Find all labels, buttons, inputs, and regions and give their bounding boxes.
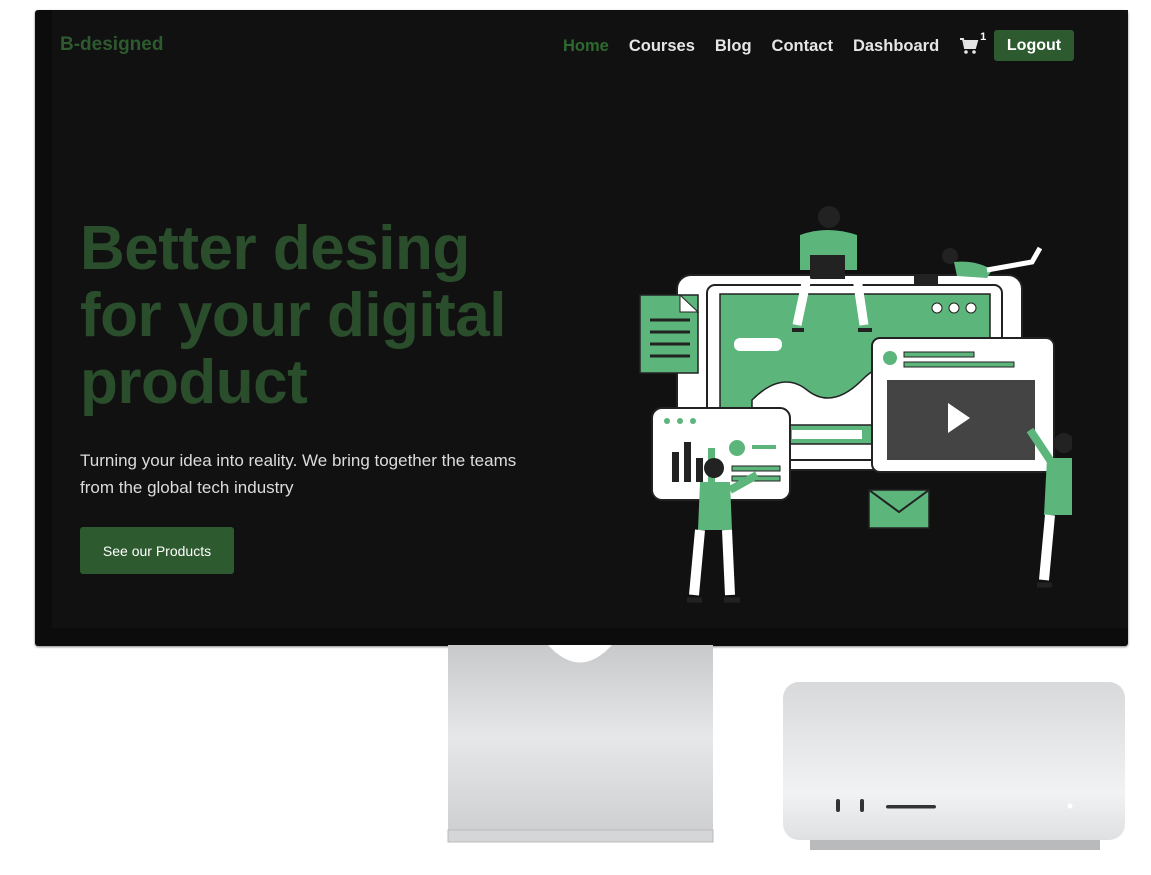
nav-links: Home Courses Blog Contact Dashboard 1	[563, 31, 1000, 57]
brand-logo[interactable]: B-designed	[60, 34, 163, 56]
cart-button[interactable]: 1	[959, 31, 987, 57]
hero-title-line-2: for your digital	[80, 281, 507, 350]
hero-illustration	[639, 206, 1072, 603]
hero-title-line-3: product	[80, 348, 308, 417]
nav-link-home[interactable]: Home	[563, 37, 609, 56]
logout-button[interactable]: Logout	[994, 30, 1074, 61]
hero-title: Better desing for your digital product	[80, 215, 540, 416]
nav-link-courses[interactable]: Courses	[629, 37, 695, 56]
mac-studio	[783, 682, 1125, 850]
hero-title-line-1: Better desing	[80, 214, 470, 283]
see-products-button[interactable]: See our Products	[80, 527, 234, 574]
nav-link-blog[interactable]: Blog	[715, 37, 752, 56]
nav-link-contact[interactable]: Contact	[772, 37, 833, 56]
desktop-scene: B-designed Home Courses Blog Contact Das…	[0, 0, 1151, 875]
nav-link-dashboard[interactable]: Dashboard	[853, 37, 939, 56]
navbar: B-designed Home Courses Blog Contact Das…	[52, 10, 1128, 80]
hero-subtitle: Turning your idea into reality. We bring…	[80, 451, 517, 497]
monitor-stand	[447, 645, 714, 843]
cart-count-badge: 1	[980, 31, 987, 43]
cart-icon	[960, 38, 979, 54]
website-screen: B-designed Home Courses Blog Contact Das…	[52, 10, 1128, 628]
